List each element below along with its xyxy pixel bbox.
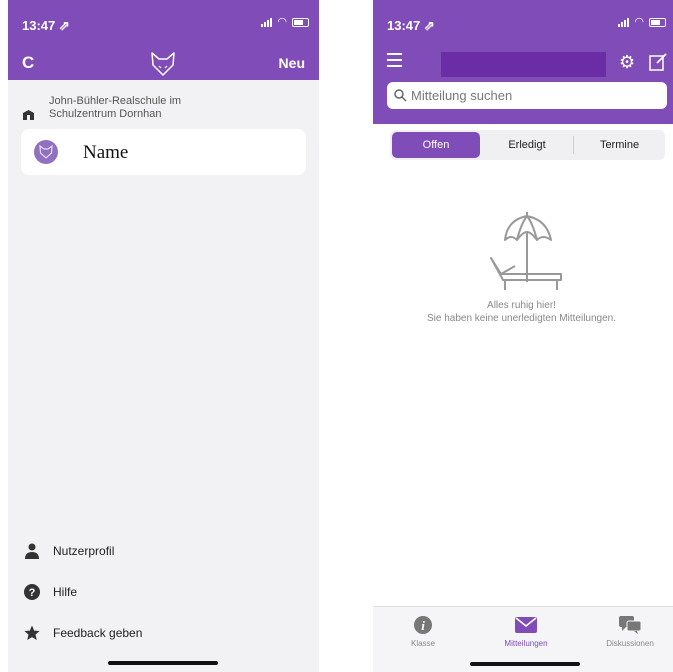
menu-item-feedback[interactable]: Feedback geben xyxy=(22,625,142,641)
battery-icon xyxy=(292,18,309,27)
empty-state-subtitle: Sie haben keine unerledigten Mitteilunge… xyxy=(426,313,617,324)
empty-state-title: Alles ruhig hier! xyxy=(487,300,556,311)
beach-chair-umbrella-icon xyxy=(490,212,562,290)
redacted-title xyxy=(441,52,606,77)
tab-dates[interactable]: Termine xyxy=(576,132,663,158)
left-header: 13:47 ⇗ ◠ C Neu xyxy=(8,0,319,80)
fox-avatar-icon xyxy=(39,144,53,159)
star-icon xyxy=(22,625,42,641)
tab-messages[interactable]: Mitteilungen xyxy=(476,615,576,648)
tab-label: Klasse xyxy=(410,639,435,648)
person-icon xyxy=(22,543,42,559)
segmented-control: Offen Erledigt Termine xyxy=(390,130,665,160)
signal-icon xyxy=(261,18,273,27)
left-screen: 13:47 ⇗ ◠ C Neu John-Bühler-Realschule i… xyxy=(8,0,319,672)
refresh-button[interactable]: C xyxy=(22,53,34,73)
help-icon: ? xyxy=(22,584,42,600)
wifi-icon: ◠ xyxy=(277,16,287,28)
school-header: John-Bühler-Realschule im Schulzentrum D… xyxy=(22,95,181,121)
school-building-icon xyxy=(23,110,34,120)
chat-bubbles-icon xyxy=(619,615,641,635)
status-time: 13:47 ⇗ xyxy=(22,18,70,33)
gear-icon[interactable]: ⚙ xyxy=(619,53,635,71)
menu-item-profile[interactable]: Nutzerprofil xyxy=(22,543,114,559)
svg-text:?: ? xyxy=(29,587,36,599)
hamburger-menu-button[interactable] xyxy=(387,53,402,71)
status-icons: ◠ xyxy=(261,16,309,28)
avatar xyxy=(34,140,58,164)
tab-bar: i Klasse Mitteilungen Diskussionen xyxy=(373,606,673,672)
right-screen: 13:47 ⇗ ◠ ⚙ Mitteilung suchen Offen Erle… xyxy=(373,0,673,672)
status-bar: 13:47 ⇗ ◠ xyxy=(8,0,319,40)
menu-item-label: Nutzerprofil xyxy=(53,544,115,558)
right-header: 13:47 ⇗ ◠ ⚙ Mitteilung suchen xyxy=(373,0,673,124)
wifi-icon: ◠ xyxy=(634,16,644,28)
menu-item-help[interactable]: ? Hilfe xyxy=(22,584,77,600)
segment-divider xyxy=(573,136,574,154)
menu-item-label: Hilfe xyxy=(53,585,78,599)
menu-item-label: Feedback geben xyxy=(53,626,143,640)
svg-text:i: i xyxy=(421,618,425,633)
school-name-line2: Schulzentrum Dornhan xyxy=(49,108,162,120)
account-name: Name xyxy=(83,142,129,163)
info-icon: i xyxy=(414,615,432,635)
tab-label: Mitteilungen xyxy=(504,639,548,648)
search-field[interactable]: Mitteilung suchen xyxy=(387,82,667,109)
tab-discussions[interactable]: Diskussionen xyxy=(580,615,673,648)
battery-icon xyxy=(649,18,666,27)
tab-done[interactable]: Erledigt xyxy=(482,132,572,158)
tab-label: Diskussionen xyxy=(606,639,654,648)
account-row[interactable]: Name xyxy=(21,129,306,175)
search-icon xyxy=(394,89,407,102)
home-indicator xyxy=(470,662,580,666)
new-button[interactable]: Neu xyxy=(279,55,305,71)
search-placeholder: Mitteilung suchen xyxy=(411,88,513,103)
compose-icon[interactable] xyxy=(649,53,667,71)
home-indicator xyxy=(108,661,218,665)
envelope-icon xyxy=(515,615,537,635)
status-time: 13:47 ⇗ xyxy=(387,18,435,33)
tab-open[interactable]: Offen xyxy=(392,132,480,158)
fox-logo-icon xyxy=(151,52,175,76)
school-name-line1: John-Bühler-Realschule im xyxy=(49,95,182,107)
tab-class[interactable]: i Klasse xyxy=(373,615,473,648)
signal-icon xyxy=(618,18,630,27)
status-icons: ◠ xyxy=(618,16,666,28)
status-bar: 13:47 ⇗ ◠ xyxy=(373,0,673,40)
